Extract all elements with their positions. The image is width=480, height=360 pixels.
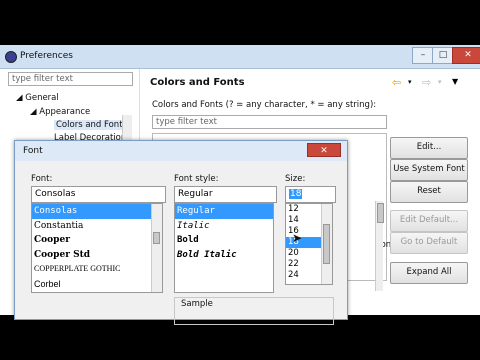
font-name-input[interactable]: Consolas [31, 186, 166, 203]
sample-label: Sample [181, 299, 213, 309]
font-list[interactable]: Consolas Constantia Cooper Cooper Std CO… [31, 203, 163, 293]
back-dropdown-icon[interactable]: ▾ [408, 78, 412, 86]
font-option-constantia[interactable]: Constantia [32, 219, 162, 234]
tree-item-appearance[interactable]: ◢ Appearance [30, 107, 90, 117]
reset-button[interactable]: Reset [390, 181, 468, 203]
forward-arrow-icon[interactable]: ⇨ [422, 76, 431, 89]
font-dialog-title: Font [23, 146, 43, 156]
close-button[interactable]: ✕ [452, 47, 480, 64]
page-description: Colors and Fonts (? = any character, * =… [152, 100, 377, 110]
font-dialog-title-bar: Font ✕ [15, 141, 347, 161]
font-dialog-close-button[interactable]: ✕ [307, 143, 341, 157]
minimize-button[interactable]: – [412, 47, 434, 64]
size-label: Size: [285, 174, 306, 184]
tree-item-colors-fonts[interactable]: Colors and Fonts [54, 120, 129, 130]
forward-dropdown-icon[interactable]: ▾ [438, 78, 442, 86]
preferences-title-bar: Preferences – □ ✕ [0, 45, 480, 69]
go-to-default-button[interactable]: Go to Default [390, 232, 468, 254]
sample-group: Sample [174, 297, 334, 325]
edit-default-button[interactable]: Edit Default... [390, 210, 468, 232]
font-option-corbel[interactable]: Corbel [32, 277, 162, 292]
nav-filter-input[interactable]: type filter text [8, 72, 133, 86]
font-label: Font: [31, 174, 53, 184]
font-list-scrollbar[interactable] [151, 204, 162, 292]
use-system-font-button[interactable]: Use System Font [390, 159, 468, 181]
size-list-scrollbar[interactable] [321, 204, 332, 284]
font-dialog: Font ✕ Font: Consolas Consolas Constanti… [14, 140, 348, 325]
edit-button[interactable]: Edit... [390, 137, 468, 159]
font-option-consolas[interactable]: Consolas [32, 204, 162, 219]
style-option-bold[interactable]: Bold [175, 233, 273, 248]
font-option-copperplate[interactable]: COPPERPLATE GOTHIC [32, 262, 162, 277]
size-input[interactable]: 18 [285, 186, 336, 203]
view-menu-icon[interactable]: ▼ [452, 77, 458, 86]
font-style-list[interactable]: Regular Italic Bold Bold Italic [174, 203, 274, 293]
mouse-cursor-icon: ➤ [292, 231, 303, 245]
font-option-cooper[interactable]: Cooper [32, 233, 162, 248]
font-option-cooper-std[interactable]: Cooper Std [32, 248, 162, 263]
font-style-input[interactable]: Regular [174, 186, 277, 203]
font-style-label: Font style: [174, 174, 219, 184]
tree-item-general[interactable]: ◢ General [16, 93, 59, 103]
style-option-italic[interactable]: Italic [175, 219, 273, 234]
font-list-scroll-thumb[interactable] [153, 232, 160, 244]
style-option-bold-italic[interactable]: Bold Italic [175, 248, 273, 263]
style-option-regular[interactable]: Regular [175, 204, 273, 219]
tree-scroll-thumb[interactable] [377, 203, 384, 223]
eclipse-icon [5, 51, 17, 63]
page-title: Colors and Fonts [150, 77, 245, 88]
size-input-value: 18 [289, 189, 303, 199]
expand-all-button[interactable]: Expand All [390, 262, 468, 284]
size-list-scroll-thumb[interactable] [323, 224, 330, 264]
tree-scrollbar[interactable] [375, 201, 384, 291]
colors-filter-input[interactable]: type filter text [152, 115, 387, 129]
window-title: Preferences [20, 51, 73, 61]
back-arrow-icon[interactable]: ⇦ [392, 76, 401, 89]
maximize-button[interactable]: □ [432, 47, 454, 64]
